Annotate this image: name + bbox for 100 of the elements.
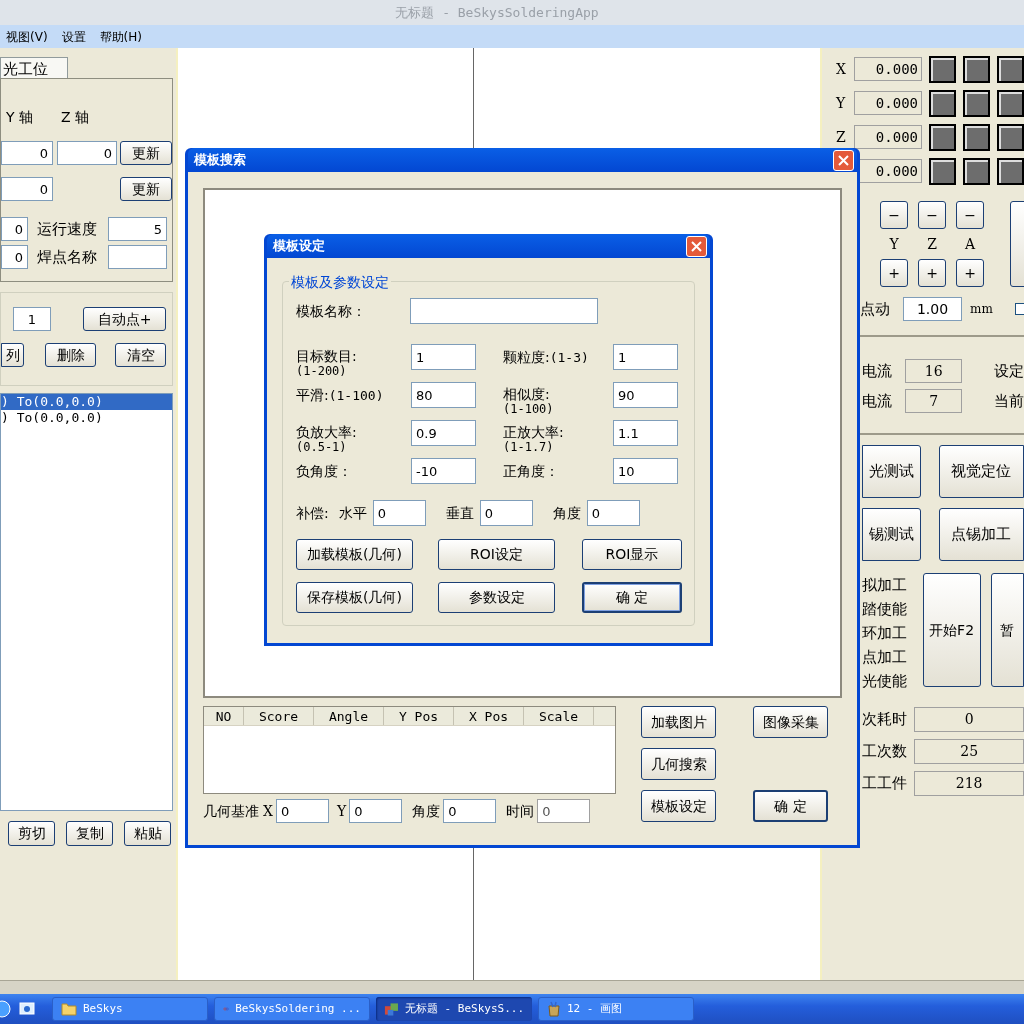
column-header[interactable]: NO: [204, 707, 244, 725]
update-button[interactable]: 更新: [120, 177, 172, 201]
input-field[interactable]: 0: [372, 500, 426, 526]
button[interactable]: 保存模板(几何): [296, 582, 413, 613]
input-field[interactable]: 0: [586, 500, 640, 526]
input-field[interactable]: 0: [1, 177, 53, 201]
label: 补偿:: [296, 503, 329, 523]
axis-label: A: [963, 234, 977, 254]
close-button[interactable]: [686, 235, 707, 257]
label: X: [263, 801, 273, 821]
indicator-button[interactable]: [929, 123, 956, 151]
button[interactable]: 粘贴: [124, 821, 171, 846]
input-field[interactable]: 1: [613, 344, 678, 370]
button[interactable]: 复制: [66, 821, 113, 846]
minus-button[interactable]: −: [918, 201, 946, 229]
list-item[interactable]: ) To(0.0,0.0): [1, 410, 172, 426]
input-field[interactable]: 80: [411, 382, 476, 408]
position-readout: 0.000: [854, 125, 922, 149]
input-field[interactable]: -10: [411, 458, 476, 484]
menu-item[interactable]: 设置: [61, 27, 86, 46]
start-button[interactable]: 开始F2: [922, 573, 981, 687]
input-field[interactable]: 0: [349, 799, 403, 823]
input-field[interactable]: 0: [1, 141, 53, 165]
close-button[interactable]: [833, 149, 854, 171]
input-field[interactable]: 1.00: [903, 297, 962, 321]
input-field[interactable]: 10: [613, 458, 678, 484]
indicator-button[interactable]: [963, 89, 990, 117]
plus-button[interactable]: +: [956, 259, 984, 287]
indicator-button[interactable]: [929, 157, 956, 185]
indicator-button[interactable]: [963, 123, 990, 151]
button[interactable]: 锡测试: [862, 508, 921, 561]
input-field[interactable]: 1: [411, 344, 476, 370]
clear-button[interactable]: 清空: [115, 343, 166, 367]
input-field[interactable]: 0: [275, 799, 329, 823]
input-field[interactable]: 0: [1, 217, 28, 241]
pause-button[interactable]: 暂: [990, 573, 1024, 687]
input-field[interactable]: 1: [13, 307, 51, 331]
minus-button[interactable]: −: [880, 201, 908, 229]
menu-item[interactable]: 帮助(H): [99, 27, 142, 46]
indicator-button[interactable]: [997, 123, 1024, 151]
menu-item[interactable]: 视图(V): [6, 27, 48, 46]
indicator-button[interactable]: [929, 89, 956, 117]
taskbar-button[interactable]: BeSkys: [52, 997, 208, 1021]
input-field[interactable]: 0: [57, 141, 117, 165]
button[interactable]: 确 定: [582, 582, 682, 613]
update-button[interactable]: 更新: [120, 141, 172, 165]
button[interactable]: 光测试: [862, 445, 921, 498]
globe-icon[interactable]: [0, 1000, 12, 1018]
input-field[interactable]: [108, 245, 167, 269]
input-field[interactable]: [410, 298, 598, 324]
indicator-button[interactable]: [997, 157, 1024, 185]
input-field[interactable]: 0.9: [411, 420, 476, 446]
input-field[interactable]: 1.1: [613, 420, 678, 446]
taskbar-button[interactable]: BeSkysSoldering ...: [214, 997, 370, 1021]
column-header[interactable]: Y Pos: [384, 707, 454, 725]
button[interactable]: 确 定: [753, 790, 828, 822]
indicator-button[interactable]: [963, 157, 990, 185]
column-header[interactable]: X Pos: [454, 707, 524, 725]
axis-label: X: [836, 60, 846, 77]
column-header[interactable]: Angle: [314, 707, 384, 725]
button[interactable]: 列: [1, 343, 24, 367]
button[interactable]: 几何搜索: [641, 748, 716, 780]
plus-button[interactable]: +: [918, 259, 946, 287]
label: 模板名称：: [296, 301, 367, 321]
paint-cup-icon: [547, 1001, 561, 1017]
tab[interactable]: 光工位: [0, 57, 68, 79]
input-field[interactable]: 0: [443, 799, 497, 823]
plus-button[interactable]: +: [880, 259, 908, 287]
list-item[interactable]: ) To(0.0,0.0): [1, 394, 172, 410]
label: 电流: [862, 390, 893, 412]
button[interactable]: 剪切: [8, 821, 55, 846]
delete-button[interactable]: 删除: [45, 343, 96, 367]
input-field[interactable]: 90: [613, 382, 678, 408]
button[interactable]: 加载模板(几何): [296, 539, 413, 570]
button[interactable]: 图像采集: [753, 706, 828, 738]
indicator-button[interactable]: [963, 55, 990, 83]
indicator-button[interactable]: [929, 55, 956, 83]
button[interactable]: 视觉定位: [938, 445, 1024, 498]
button[interactable]: ROI设定: [438, 539, 555, 570]
minus-button[interactable]: −: [956, 201, 984, 229]
taskbar-button[interactable]: 无标题 - BeSkysS...: [376, 997, 532, 1021]
indicator-button[interactable]: [997, 89, 1024, 117]
indicator-button[interactable]: [997, 55, 1024, 83]
button[interactable]: 模板设定: [641, 790, 716, 822]
input-field[interactable]: 0: [479, 500, 533, 526]
axis-label: Y: [836, 94, 846, 111]
taskbar-button[interactable]: 12 - 画图: [538, 997, 694, 1021]
input-field[interactable]: 0: [1, 245, 28, 269]
label: 时间: [506, 801, 535, 821]
desktop-icon[interactable]: [18, 1000, 36, 1018]
dialog-title: 模板搜索: [194, 151, 246, 170]
input-field[interactable]: 5: [108, 217, 167, 241]
button[interactable]: 加载图片: [641, 706, 716, 738]
button[interactable]: 点锡加工: [938, 508, 1024, 561]
column-header[interactable]: Scale: [524, 707, 594, 725]
button[interactable]: ROI显示: [582, 539, 682, 570]
checkbox[interactable]: [1014, 303, 1024, 315]
column-header[interactable]: Score: [244, 707, 314, 725]
button[interactable]: 参数设定: [438, 582, 555, 613]
auto-point-button[interactable]: 自动点+: [83, 307, 166, 331]
